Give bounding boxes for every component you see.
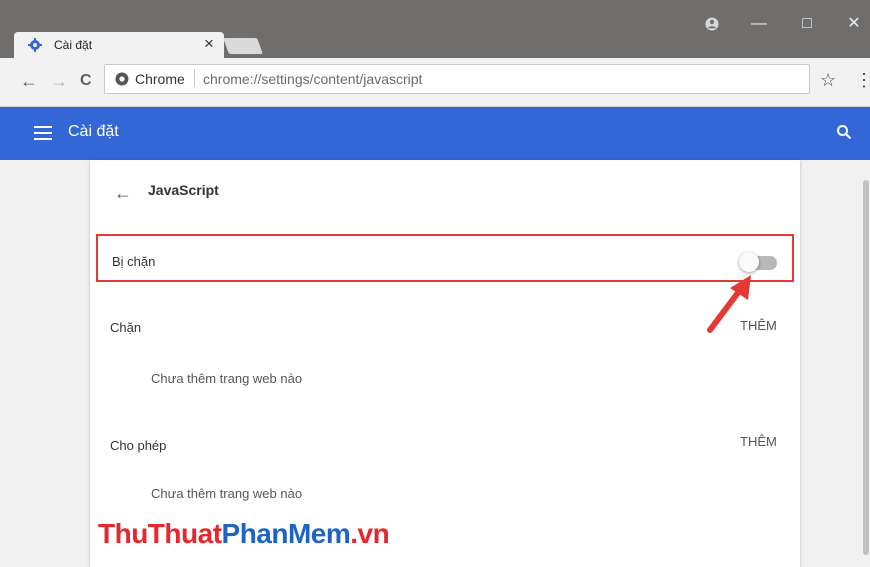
- block-empty-text: Chưa thêm trang web nào: [151, 371, 303, 386]
- account-icon[interactable]: [695, 12, 729, 36]
- new-tab-button[interactable]: [223, 38, 263, 54]
- chrome-menu-icon[interactable]: ⋮: [855, 70, 870, 91]
- url-text[interactable]: chrome://settings/content/javascript: [203, 71, 422, 87]
- browser-tab[interactable]: Cài đặt ×: [14, 32, 224, 58]
- tab-close-icon[interactable]: ×: [204, 35, 214, 52]
- settings-content: ← JavaScript Bị chặn Chặn THÊM Chưa thêm…: [0, 160, 860, 567]
- javascript-toggle-knob[interactable]: [739, 252, 759, 272]
- watermark-part3: .vn: [350, 518, 390, 549]
- watermark-logo: ThuThuatPhanMem.vn: [98, 518, 390, 550]
- block-section-label: Chặn: [110, 320, 142, 335]
- tab-title: Cài đặt: [54, 38, 93, 52]
- watermark-part2: PhanMem: [221, 518, 351, 549]
- bookmark-star-icon[interactable]: ☆: [820, 70, 836, 91]
- vertical-scrollbar[interactable]: [862, 160, 870, 567]
- chrome-icon: [115, 72, 129, 86]
- settings-gear-icon: [28, 38, 42, 52]
- omnibox-divider: [194, 69, 195, 87]
- browser-toolbar: ← → C Chrome chrome://settings/content/j…: [0, 58, 870, 107]
- search-icon[interactable]: [836, 124, 852, 140]
- blocked-toggle-row[interactable]: Bị chặn: [96, 234, 794, 282]
- page-title: JavaScript: [148, 182, 219, 198]
- allow-empty-text: Chưa thêm trang web nào: [151, 486, 303, 501]
- close-window-button[interactable]: ✕: [837, 12, 870, 36]
- watermark-part1: ThuThuat: [98, 518, 222, 549]
- address-bar[interactable]: Chrome chrome://settings/content/javascr…: [104, 64, 810, 94]
- window-titlebar: Cài đặt × — □ ✕: [0, 0, 870, 58]
- settings-title: Cài đặt: [68, 123, 119, 140]
- back-button[interactable]: ←: [20, 71, 38, 92]
- reload-button[interactable]: C: [80, 72, 92, 90]
- allow-add-button[interactable]: THÊM: [740, 434, 777, 449]
- back-arrow-icon[interactable]: ←: [114, 183, 132, 204]
- block-add-button[interactable]: THÊM: [740, 318, 777, 333]
- javascript-settings-card: ← JavaScript Bị chặn Chặn THÊM Chưa thêm…: [90, 160, 800, 567]
- forward-button[interactable]: →: [50, 71, 68, 92]
- settings-header: Cài đặt: [0, 107, 870, 160]
- scrollbar-thumb[interactable]: [863, 180, 869, 555]
- blocked-label: Bị chặn: [112, 254, 156, 269]
- minimize-button[interactable]: —: [742, 12, 776, 36]
- maximize-button[interactable]: □: [790, 12, 824, 36]
- hamburger-menu-icon[interactable]: [34, 126, 52, 140]
- site-label: Chrome: [135, 71, 185, 87]
- allow-section-label: Cho phép: [110, 438, 167, 453]
